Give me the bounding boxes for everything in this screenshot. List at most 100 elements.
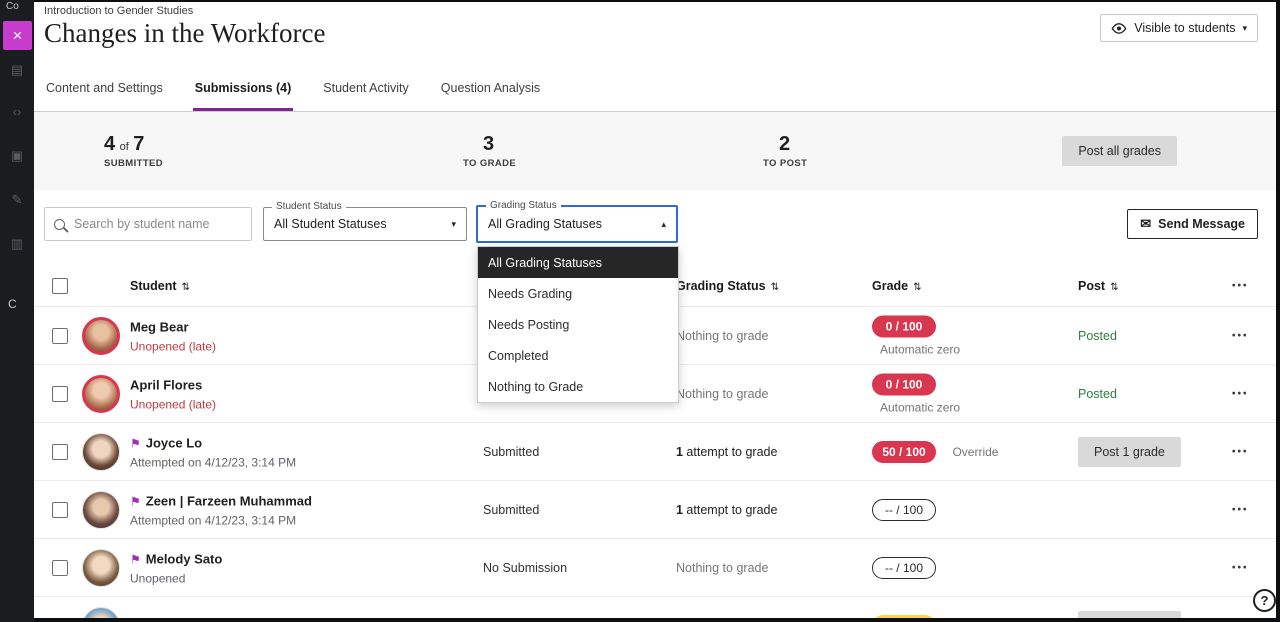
- post-cell: Posted: [1078, 327, 1117, 345]
- grade-pill[interactable]: 0 / 100: [872, 373, 936, 395]
- to-grade-count: 3: [483, 133, 494, 155]
- grading-status-label: Grading Status: [486, 200, 561, 211]
- post-cell: Post 1 grade: [1078, 611, 1181, 619]
- student-status-text: Attempted on 4/12/23, 3:14 PM: [130, 455, 296, 469]
- row-checkbox[interactable]: [52, 386, 68, 402]
- posted-status: Posted: [1078, 329, 1117, 343]
- row-checkbox[interactable]: [52, 328, 68, 344]
- student-search: [44, 207, 252, 241]
- row-options-menu-button[interactable]: •••: [1228, 326, 1253, 345]
- grade-pill[interactable]: 70 / 100: [872, 615, 936, 619]
- pencil-icon[interactable]: ✎: [0, 192, 34, 208]
- post-grade-button[interactable]: Post 1 grade: [1078, 437, 1181, 467]
- grade-pill[interactable]: 0 / 100: [872, 315, 936, 337]
- stats-bar: 4 of 7 SUBMITTED 3 TO GRADE 2 TO POST Po…: [34, 112, 1276, 190]
- student-name-link[interactable]: Joyce Lo: [146, 435, 202, 450]
- search-icon: [54, 219, 65, 230]
- grade-pill[interactable]: -- / 100: [872, 557, 936, 579]
- chevron-down-icon: ▾: [1242, 23, 1247, 34]
- post-cell: Posted: [1078, 385, 1117, 403]
- student-status-text: Unopened (late): [130, 397, 216, 411]
- table-row: Arden Tuomala Submitted Nothing to grade…: [34, 596, 1276, 618]
- column-header-grading-status[interactable]: Grading Status⇅: [676, 279, 779, 293]
- grade-note: Automatic zero: [880, 342, 960, 356]
- student-name-link[interactable]: April Flores: [130, 377, 202, 392]
- column-header-post[interactable]: Post⇅: [1078, 279, 1118, 293]
- row-checkbox[interactable]: [52, 618, 68, 619]
- student-name-link[interactable]: Melody Sato: [146, 551, 223, 566]
- row-options-menu-button[interactable]: •••: [1228, 384, 1253, 403]
- submission-cell: No Submission: [483, 561, 567, 575]
- row-options-menu-button[interactable]: •••: [1228, 442, 1253, 461]
- row-checkbox[interactable]: [52, 444, 68, 460]
- code-icon[interactable]: ‹›: [0, 104, 34, 119]
- avatar: [82, 375, 120, 413]
- clipboard-icon[interactable]: ▣: [0, 148, 34, 164]
- menu-item-needs-posting[interactable]: Needs Posting: [478, 309, 678, 340]
- row-options-menu-button[interactable]: •••: [1228, 500, 1253, 519]
- stat-to-grade: 3 TO GRADE: [463, 133, 516, 169]
- grading-status-menu: All Grading Statuses Needs Grading Needs…: [477, 246, 679, 403]
- tab-student-activity[interactable]: Student Activity: [321, 68, 410, 111]
- grade-cell: 0 / 100 Automatic zero: [872, 373, 960, 414]
- close-panel-button[interactable]: ×: [3, 21, 32, 50]
- tab-content-and-settings[interactable]: Content and Settings: [44, 68, 165, 111]
- student-name-link[interactable]: Zeen | Farzeen Muhammad: [146, 493, 312, 508]
- page-title: Changes in the Workforce: [44, 18, 326, 49]
- visibility-label: Visible to students: [1134, 21, 1235, 35]
- flag-icon: ⚑: [130, 552, 141, 566]
- post-grade-button[interactable]: Post 1 grade: [1078, 611, 1181, 619]
- tab-bar: Content and Settings Submissions (4) Stu…: [34, 68, 1276, 112]
- student-status-text: Unopened: [130, 571, 222, 585]
- student-status-text: Unopened (late): [130, 339, 216, 353]
- sort-icon: ⇅: [1110, 282, 1118, 293]
- row-checkbox[interactable]: [52, 560, 68, 576]
- column-header-student[interactable]: Student⇅: [130, 279, 190, 293]
- grading-status-cell: Nothing to grade: [676, 561, 768, 575]
- to-post-label: TO POST: [763, 158, 807, 169]
- select-all-checkbox[interactable]: [52, 278, 68, 294]
- send-message-label: Send Message: [1158, 217, 1245, 231]
- send-message-button[interactable]: ✉ Send Message: [1127, 209, 1258, 239]
- submitted-count: 4: [104, 133, 115, 155]
- avatar: [82, 549, 120, 587]
- help-button[interactable]: ?: [1253, 589, 1276, 612]
- row-options-menu-button[interactable]: •••: [1228, 558, 1253, 577]
- grading-status-cell: Nothing to grade: [676, 329, 768, 343]
- document-icon[interactable]: ▤: [0, 62, 34, 78]
- column-header-grade[interactable]: Grade⇅: [872, 279, 922, 293]
- tab-submissions[interactable]: Submissions (4): [193, 68, 294, 111]
- student-status-select[interactable]: Student Status All Student Statuses ▾: [263, 207, 467, 241]
- grading-status-select[interactable]: Grading Status All Grading Statuses ▴: [476, 205, 678, 243]
- posted-status: Posted: [1078, 387, 1117, 401]
- tab-question-analysis[interactable]: Question Analysis: [439, 68, 542, 111]
- search-input[interactable]: [72, 216, 242, 232]
- student-cell: Meg Bear Unopened (late): [130, 318, 216, 353]
- submission-cell: Submitted: [483, 445, 539, 459]
- visibility-dropdown-button[interactable]: Visible to students ▾: [1100, 14, 1258, 42]
- grade-cell: 50 / 100 Override: [872, 441, 998, 463]
- table-options-menu-button[interactable]: •••: [1228, 277, 1253, 296]
- grade-pill[interactable]: -- / 100: [872, 499, 936, 521]
- chevron-down-icon: ▾: [451, 219, 456, 230]
- student-cell: Arden Tuomala: [130, 617, 224, 619]
- student-name-link[interactable]: Arden Tuomala: [130, 618, 224, 619]
- menu-item-all-grading-statuses[interactable]: All Grading Statuses: [478, 247, 678, 278]
- avatar: [82, 433, 120, 471]
- to-grade-label: TO GRADE: [463, 158, 516, 169]
- menu-item-nothing-to-grade[interactable]: Nothing to Grade: [478, 371, 678, 402]
- student-cell: ⚑ Melody Sato Unopened: [130, 550, 222, 585]
- stat-submitted: 4 of 7 SUBMITTED: [104, 133, 163, 169]
- breadcrumb[interactable]: Introduction to Gender Studies: [44, 5, 193, 17]
- book-icon[interactable]: ▥: [0, 236, 34, 252]
- submission-cell: Submitted: [483, 503, 539, 517]
- menu-item-needs-grading[interactable]: Needs Grading: [478, 278, 678, 309]
- row-checkbox[interactable]: [52, 502, 68, 518]
- menu-item-completed[interactable]: Completed: [478, 340, 678, 371]
- avatar: [82, 607, 120, 619]
- envelope-icon: ✉: [1140, 216, 1151, 232]
- post-all-grades-button[interactable]: Post all grades: [1062, 136, 1177, 166]
- student-name-link[interactable]: Meg Bear: [130, 319, 189, 334]
- grade-pill[interactable]: 50 / 100: [872, 441, 936, 463]
- row-options-menu-button[interactable]: •••: [1228, 616, 1253, 618]
